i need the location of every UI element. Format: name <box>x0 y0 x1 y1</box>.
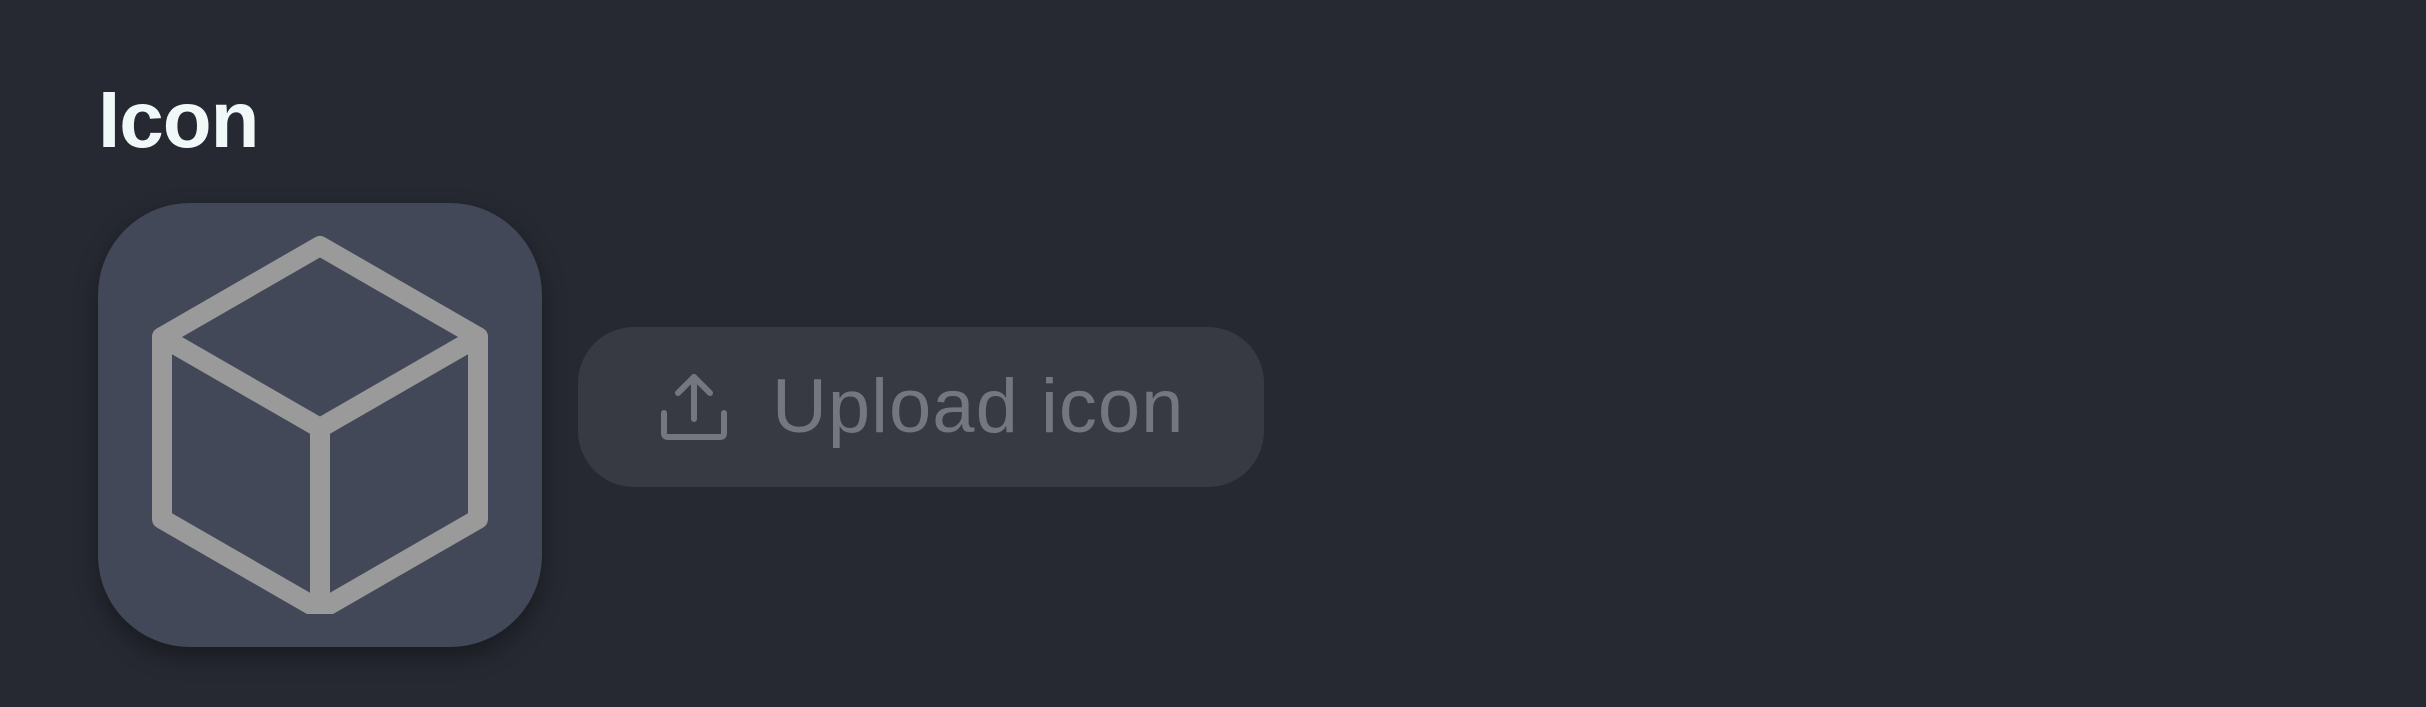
cube-icon <box>152 236 488 614</box>
icon-preview <box>98 203 542 647</box>
upload-icon <box>658 371 730 443</box>
section-title: Icon <box>98 75 259 164</box>
upload-icon-button[interactable]: Upload icon <box>578 327 1264 487</box>
upload-icon-label: Upload icon <box>772 364 1185 449</box>
